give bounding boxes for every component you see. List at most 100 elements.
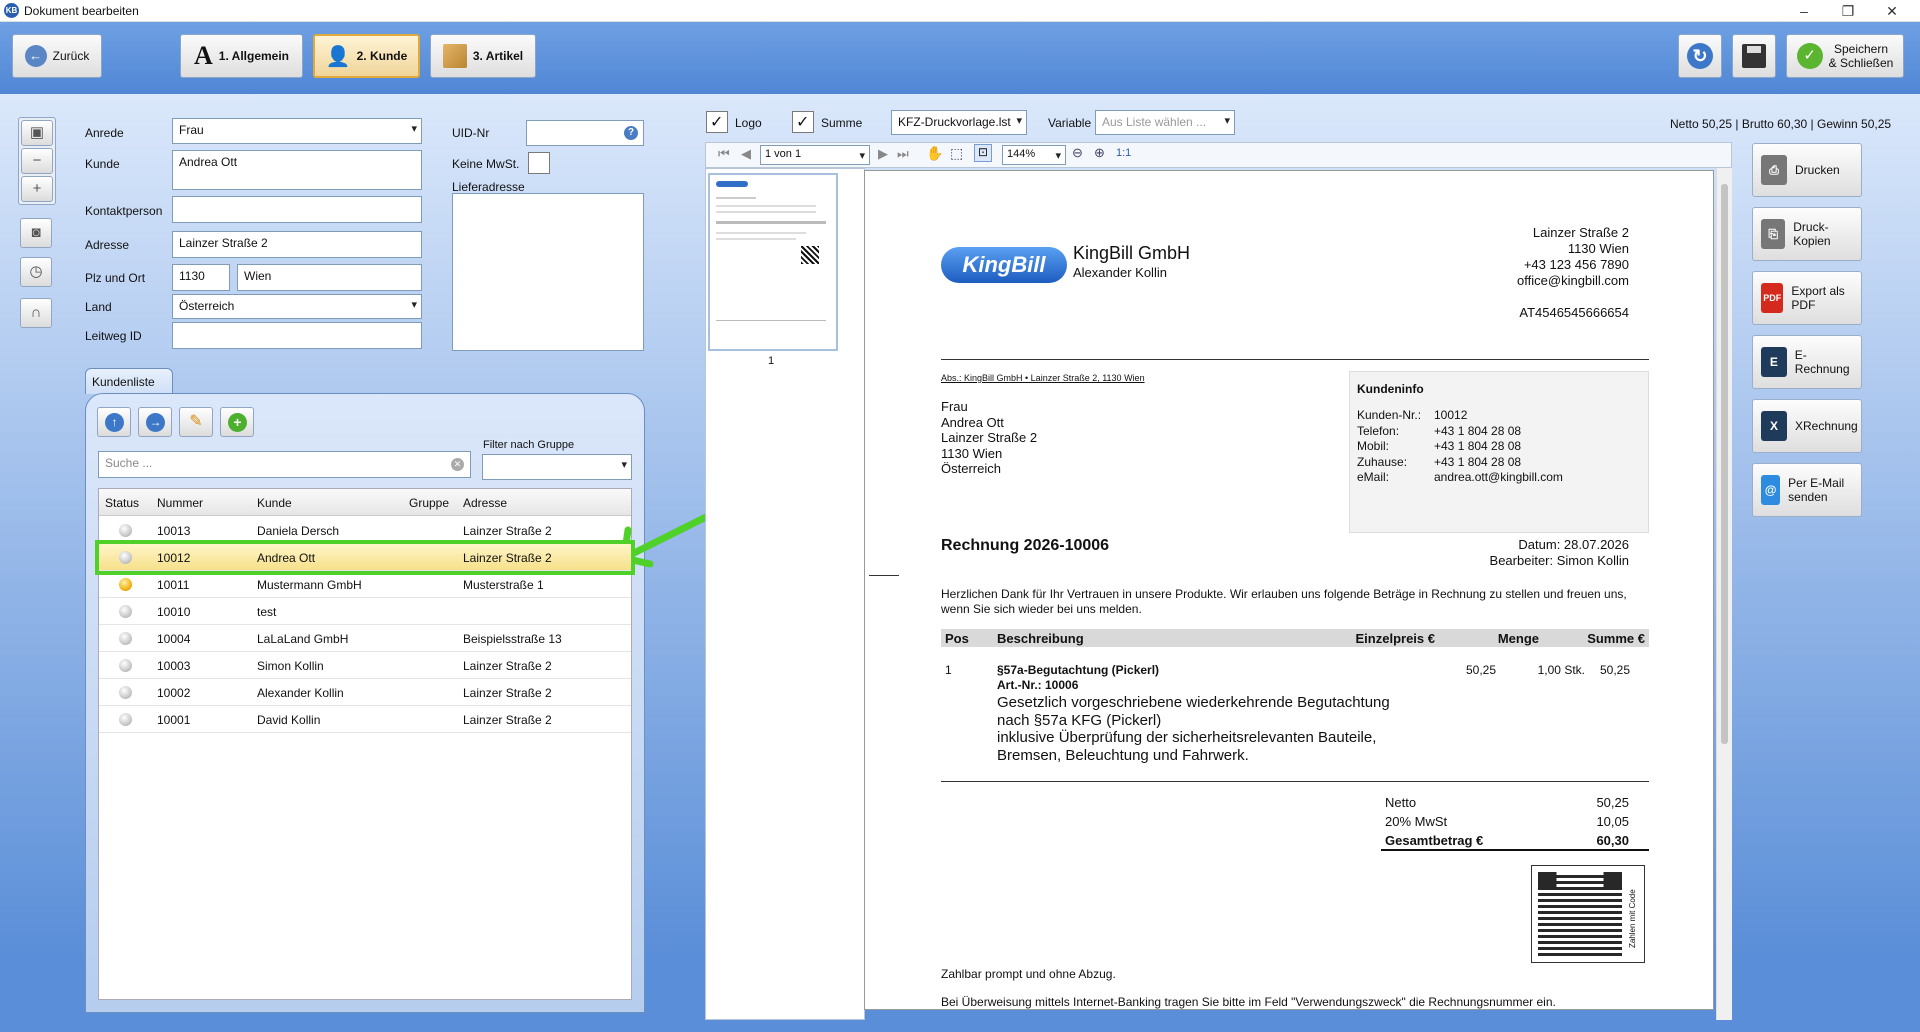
select-button[interactable]: → [138, 407, 172, 437]
preview-scrollbar[interactable] [1716, 168, 1732, 1020]
box-icon[interactable]: ▣ [21, 120, 53, 146]
sender-address-line: +43 123 456 7890 [1523, 257, 1629, 272]
table-row[interactable]: 10013 Daniela Dersch Lainzer Straße 2 [99, 517, 631, 544]
col-gruppe[interactable]: Gruppe [409, 496, 449, 510]
refresh-button[interactable]: ↻ [1678, 34, 1722, 78]
zahlbar-text: Zahlbar prompt und ohne Abzug. [941, 967, 1116, 981]
zoom-rect-icon[interactable]: ⊡ [974, 144, 992, 162]
variable-select[interactable]: Aus Liste wählen ... [1095, 110, 1235, 135]
kunde-field[interactable]: Andrea Ott [172, 150, 422, 190]
minimize-button[interactable]: – [1784, 0, 1824, 22]
edit-pencil-icon[interactable]: ✎ [179, 407, 213, 437]
cell-nummer: 10003 [157, 659, 191, 673]
page-select[interactable]: 1 von 1 [760, 145, 870, 165]
pdf-icon: PDF [1761, 283, 1784, 313]
back-button[interactable]: ← Zurück [12, 34, 102, 78]
plz-ort-label: Plz und Ort [85, 271, 146, 285]
actual-size-button[interactable]: 1:1 [1116, 147, 1131, 159]
minus-icon[interactable]: − [21, 148, 53, 174]
zoom-in-icon[interactable]: ⊕ [1094, 145, 1105, 161]
tab-kunde[interactable]: 👤 2. Kunde [313, 34, 420, 78]
table-row[interactable]: 10003 Simon Kollin Lainzer Straße 2 [99, 652, 631, 679]
search-input[interactable]: Suche ... [98, 451, 471, 478]
recipient-address: Frau Andrea Ott Lainzer Straße 2 1130 Wien Ö… [941, 399, 1037, 477]
action-export-als-pdf-button[interactable]: PDF Export als PDF [1752, 271, 1862, 325]
table-row[interactable]: 10001 David Kollin Lainzer Straße 2 [99, 706, 631, 733]
col-adresse[interactable]: Adresse [463, 496, 507, 510]
table-row[interactable]: 10002 Alexander Kollin Lainzer Straße 2 [99, 679, 631, 706]
next-page-icon[interactable]: ▶ [878, 146, 888, 162]
variable-label: Variable [1048, 116, 1092, 130]
payment-qr-code: Zahlen mit Code [1531, 865, 1645, 963]
land-select[interactable]: Österreich [172, 294, 422, 319]
col-kunde[interactable]: Kunde [257, 496, 292, 510]
template-select[interactable]: KFZ-Druckvorlage.lst [891, 110, 1027, 135]
action-xrechnung-button[interactable]: X XRechnung [1752, 399, 1862, 453]
move-up-button[interactable]: ↑ [97, 407, 131, 437]
page-thumbnail[interactable] [708, 173, 838, 351]
first-page-icon[interactable]: ⏮ [718, 146, 730, 162]
status-dot [119, 713, 132, 726]
table-row[interactable]: 10004 LaLaLand GmbH Beispielsstraße 13 [99, 625, 631, 652]
keine-mwst-checkbox[interactable] [528, 152, 550, 174]
action-druck-kopien-button[interactable]: ⎘ Druck-Kopien [1752, 207, 1862, 261]
kundeninfo-key: Telefon: [1357, 423, 1400, 438]
col-status[interactable]: Status [105, 496, 139, 510]
summe-label: Summe [821, 116, 863, 130]
arrow-right-icon: → [146, 413, 165, 432]
action-label: XRechnung [1795, 419, 1858, 433]
lieferadresse-field[interactable] [452, 193, 644, 351]
help-icon[interactable]: ? [624, 126, 638, 140]
recipient-line: Frau [941, 399, 968, 414]
item-artnr: Art.-Nr.: 10006 [997, 678, 1079, 692]
col-nummer[interactable]: Nummer [157, 496, 203, 510]
table-row[interactable]: 10011 Mustermann GmbH Musterstraße 1 [99, 571, 631, 598]
last-page-icon[interactable]: ⏭ [897, 146, 909, 162]
table-row[interactable]: 10010 test [99, 598, 631, 625]
leitweg-field[interactable] [172, 322, 422, 349]
cell-kunde: Mustermann GmbH [257, 578, 362, 592]
plus-icon[interactable]: + [21, 176, 53, 202]
item-pos: 1 [945, 663, 952, 677]
back-label: Zurück [52, 49, 90, 63]
prev-page-icon[interactable]: ◀ [741, 146, 751, 162]
recipient-line: Österreich [941, 461, 1001, 476]
tab-artikel[interactable]: 3. Artikel [430, 34, 536, 78]
cell-nummer: 10010 [157, 605, 191, 619]
logo-checkbox[interactable]: ✓ [706, 111, 728, 133]
tab-allgemein[interactable]: A 1. Allgemein [180, 34, 303, 78]
add-customer-button[interactable]: + [220, 407, 254, 437]
save-button[interactable] [1732, 34, 1776, 78]
close-button[interactable]: ✕ [1872, 0, 1912, 22]
zoom-out-icon[interactable]: ⊖ [1072, 145, 1083, 161]
action-per-e-mail-senden-button[interactable]: @ Per E-Mail senden [1752, 463, 1862, 517]
clear-search-icon[interactable]: ✕ [451, 458, 464, 471]
action-drucken-button[interactable]: ⎙ Drucken [1752, 143, 1862, 197]
adresse-field[interactable]: Lainzer Straße 2 [172, 231, 422, 258]
filter-gruppe-select[interactable] [482, 454, 632, 480]
headset-icon[interactable]: ∩ [20, 298, 52, 328]
status-dot [119, 578, 132, 591]
save-close-button[interactable]: ✓ Speichern & Schließen [1786, 34, 1904, 78]
anrede-select[interactable]: Frau [172, 118, 422, 144]
lieferadresse-label: Lieferadresse [452, 180, 525, 194]
summe-checkbox[interactable]: ✓ [792, 111, 814, 133]
hand-tool-icon[interactable]: ✋ [926, 145, 943, 162]
plz-field[interactable]: 1130 [172, 264, 230, 291]
kontaktperson-field[interactable] [172, 196, 422, 223]
maximize-button[interactable]: ❐ [1828, 0, 1868, 22]
zoom-select[interactable]: 144% [1002, 145, 1066, 165]
table-row[interactable]: 10012 Andrea Ott Lainzer Straße 2 [95, 540, 635, 575]
kundeninfo-value: +43 1 804 28 08 [1434, 454, 1522, 469]
netto-label: Netto [1385, 795, 1417, 810]
action-e-rechnung-button[interactable]: E E-Rechnung [1752, 335, 1862, 389]
select-tool-icon[interactable]: ⬚ [950, 145, 963, 162]
camera-icon[interactable]: ◙ [20, 218, 52, 248]
cell-kunde: Alexander Kollin [257, 686, 344, 700]
clock-icon[interactable]: ◷ [20, 257, 52, 287]
leitweg-label: Leitweg ID [85, 329, 142, 343]
ort-field[interactable]: Wien [237, 264, 422, 291]
status-dot [119, 686, 132, 699]
tab-kundenliste[interactable]: Kundenliste [85, 368, 173, 394]
status-dot [119, 659, 132, 672]
